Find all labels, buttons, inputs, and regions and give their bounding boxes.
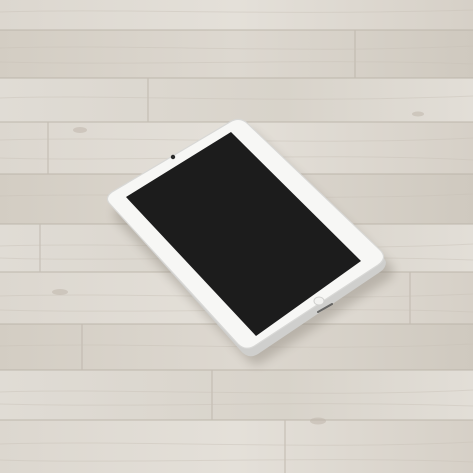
photo-scene <box>0 0 473 473</box>
tablet-device <box>106 118 394 364</box>
front-camera-icon <box>170 154 176 160</box>
home-button[interactable] <box>313 296 325 306</box>
